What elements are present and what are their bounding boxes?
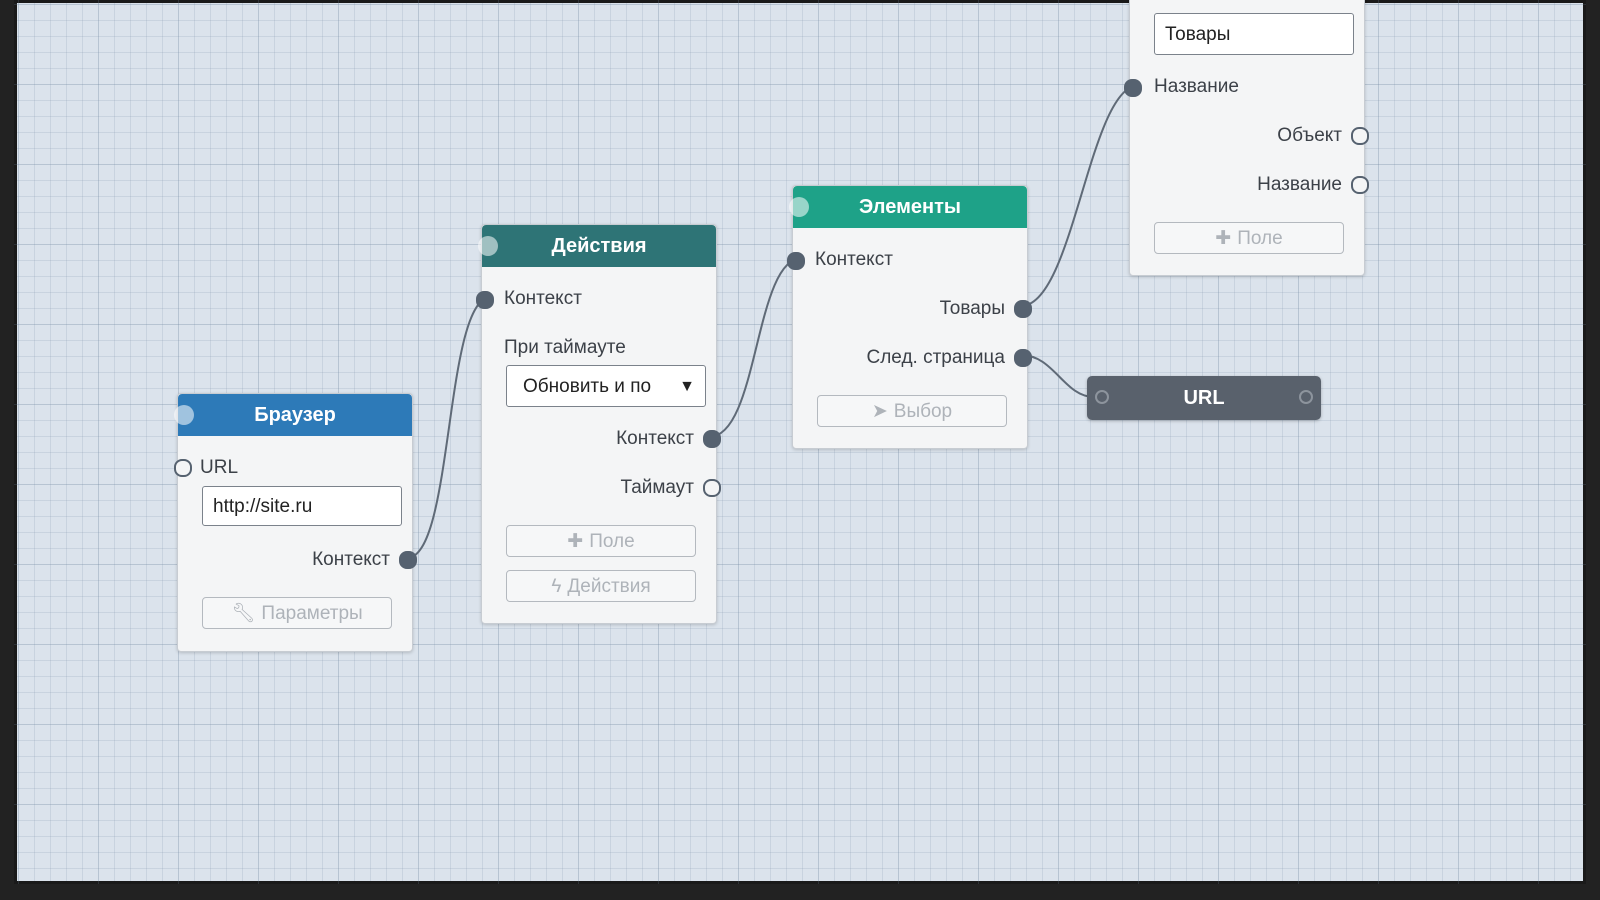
elements-goods-label: Товары — [939, 298, 1005, 319]
elements-context-label: Контекст — [815, 249, 893, 270]
actions-context-in-label: Контекст — [504, 288, 582, 309]
collection-name-input[interactable]: Товары — [1154, 13, 1354, 55]
browser-node-title: Браузер — [254, 404, 336, 426]
elements-goods-output-port[interactable] — [1014, 300, 1032, 318]
url-node-output-port[interactable] — [1299, 390, 1313, 404]
collection-name-output-port[interactable] — [1351, 176, 1369, 194]
actions-timeout-out-label: Таймаут — [620, 477, 694, 498]
field-button-label: Поле — [589, 531, 635, 552]
actions-header-port[interactable] — [478, 236, 498, 256]
actions-node-title: Действия — [551, 235, 647, 257]
browser-header-port[interactable] — [174, 405, 194, 425]
elements-node-title: Элементы — [859, 196, 961, 218]
collection-name-in-label: Название — [1154, 76, 1239, 97]
browser-node[interactable]: Браузер URL http://site.ru Контекст 🔧︎ Па… — [174, 393, 417, 652]
chevron-down-icon[interactable]: ▼ — [679, 366, 695, 406]
elements-select-button[interactable]: ➤ Выбор — [817, 395, 1007, 427]
wire-actions-to-elements — [708, 257, 803, 438]
actions-actions-button[interactable]: ϟ Действия — [506, 570, 696, 602]
actions-timeout-output-port[interactable] — [703, 479, 721, 497]
browser-url-input[interactable]: http://site.ru — [202, 486, 402, 526]
elements-header-port[interactable] — [789, 197, 809, 217]
plus-icon: ✚ — [1215, 228, 1232, 249]
elements-next-page-label: След. страница — [866, 347, 1006, 368]
collection-object-output-port[interactable] — [1351, 127, 1369, 145]
url-node-input-port[interactable] — [1095, 390, 1109, 404]
browser-url-input-port[interactable] — [174, 459, 192, 477]
elements-node-header[interactable]: Элементы — [789, 186, 1027, 228]
browser-context-label: Контекст — [312, 549, 390, 570]
collection-field-button-label: Поле — [1237, 228, 1283, 249]
params-button-label: Параметры — [261, 603, 363, 624]
url-node-title: URL — [1183, 387, 1225, 409]
collection-node[interactable]: Товары Название Объект Название ✚ Поле — [1124, 0, 1369, 276]
actions-context-input-port[interactable] — [476, 291, 494, 309]
elements-context-input-port[interactable] — [787, 252, 805, 270]
browser-url-label: URL — [200, 457, 239, 478]
actions-add-field-button[interactable]: ✚ Поле — [506, 525, 696, 557]
wire-browser-to-actions — [406, 296, 492, 559]
browser-node-header[interactable]: Браузер — [174, 394, 412, 436]
collection-name-out-label: Название — [1257, 174, 1342, 195]
plus-icon: ✚ — [567, 531, 584, 552]
browser-context-output-port[interactable] — [399, 551, 417, 569]
actions-button-label: Действия — [567, 576, 651, 597]
wire-elements-to-collection — [1020, 84, 1140, 307]
timeout-select-value: Обновить и по — [523, 376, 652, 397]
lightning-icon: ϟ — [551, 576, 562, 597]
actions-context-out-label: Контекст — [616, 428, 694, 449]
wire-elements-to-url — [1020, 354, 1095, 398]
cursor-icon: ➤ — [871, 401, 888, 422]
actions-node[interactable]: Действия Контекст При таймауте Обновить … — [476, 224, 721, 624]
node-editor-canvas[interactable]: Браузер URL http://site.ru Контекст 🔧︎ Па… — [14, 0, 1586, 884]
collection-object-label: Объект — [1277, 125, 1342, 146]
actions-node-header[interactable]: Действия — [478, 225, 716, 267]
window-frame: Браузер URL http://site.ru Контекст 🔧︎ Па… — [0, 0, 1600, 900]
actions-context-output-port[interactable] — [703, 430, 721, 448]
url-node[interactable]: URL — [1087, 376, 1321, 420]
elements-node[interactable]: Элементы Контекст Товары След. страница … — [787, 185, 1032, 449]
browser-params-button[interactable]: 🔧︎ Параметры — [202, 597, 392, 629]
select-button-label: Выбор — [893, 401, 953, 422]
elements-next-page-output-port[interactable] — [1014, 349, 1032, 367]
wrench-icon: 🔧︎ — [231, 603, 256, 624]
collection-add-field-button[interactable]: ✚ Поле — [1154, 222, 1344, 254]
actions-timeout-label: При таймауте — [504, 337, 626, 358]
actions-timeout-select[interactable]: Обновить и по ▼ — [506, 365, 706, 407]
collection-name-input-port[interactable] — [1124, 79, 1142, 97]
